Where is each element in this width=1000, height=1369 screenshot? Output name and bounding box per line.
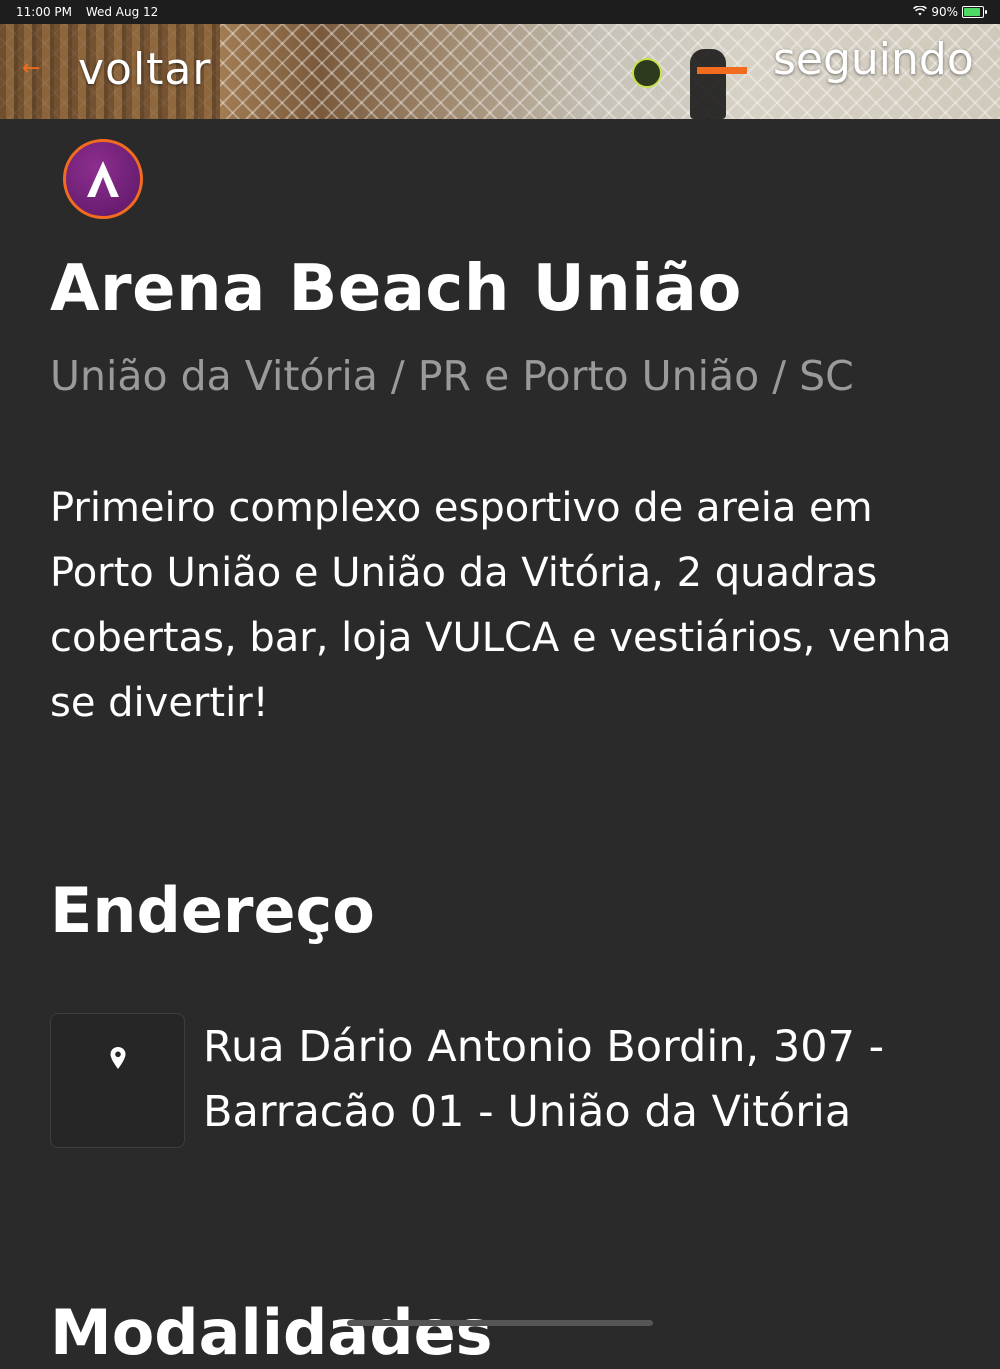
venue-description: Primeiro complexo esportivo de areia em … (50, 485, 952, 726)
home-indicator[interactable] (347, 1320, 653, 1326)
map-pin-icon (110, 1046, 125, 1069)
venue-address[interactable]: Rua Dário Antonio Bordin, 307 - Barracão… (203, 1015, 963, 1145)
venue-logo (63, 139, 143, 219)
modalities-heading: Modalidades (50, 1296, 493, 1369)
following-button[interactable]: seguindo (773, 34, 974, 85)
status-time: 11:00 PM (16, 5, 72, 19)
arena-logo-icon (87, 161, 119, 197)
back-button[interactable]: voltar (78, 44, 212, 95)
status-date: Wed Aug 12 (85, 5, 159, 19)
follow-indicator (697, 67, 747, 74)
venue-location: União da Vitória / PR e Porto União / SC (50, 352, 854, 400)
wifi-icon (913, 5, 928, 19)
venue-name: Arena Beach União (50, 252, 742, 326)
battery-percent: 90% (931, 5, 958, 19)
map-pin-button[interactable] (50, 1013, 185, 1148)
battery-icon (962, 6, 987, 18)
address-heading: Endereço (50, 874, 375, 947)
status-bar: 11:00 PM Wed Aug 12 90% (0, 0, 1000, 24)
back-arrow-icon[interactable]: ← (22, 56, 40, 81)
